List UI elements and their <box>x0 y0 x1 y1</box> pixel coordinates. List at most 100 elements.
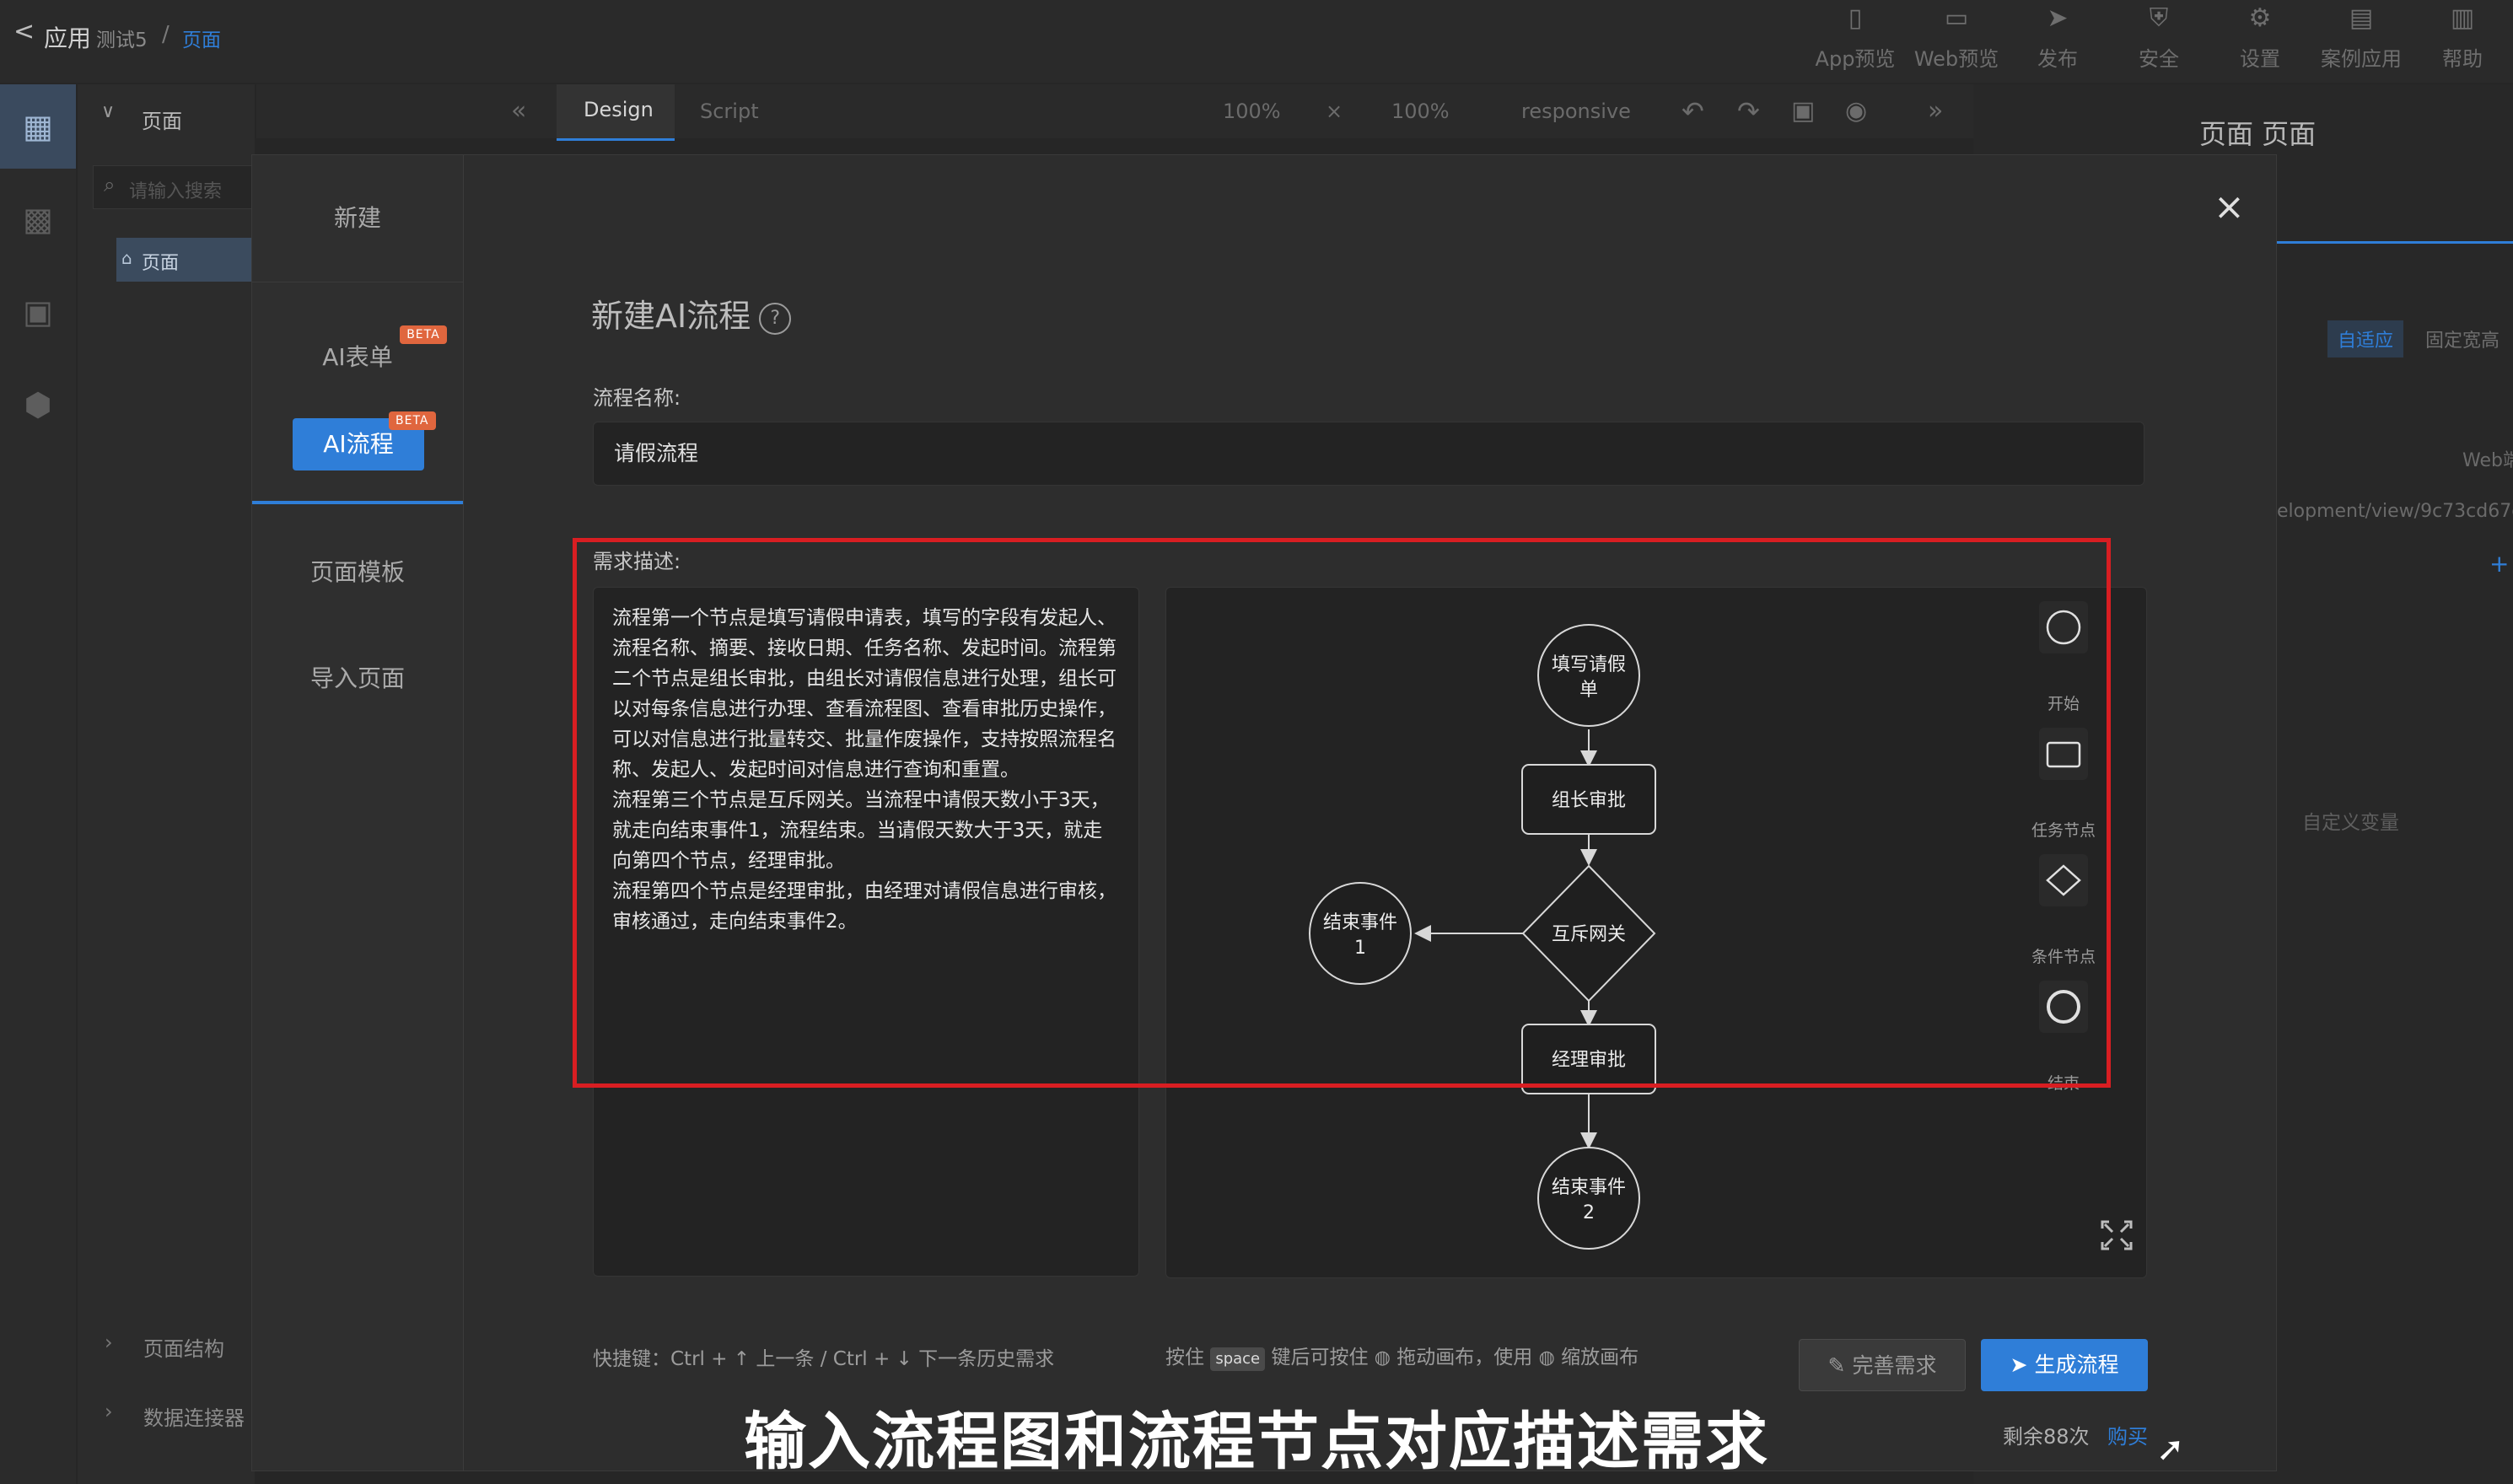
eye-icon[interactable]: ◉ <box>1845 93 1867 130</box>
nav-new-label: 新建 <box>333 204 381 232</box>
end-event-2-label-2: 2 <box>1583 1202 1595 1223</box>
nav-ai-flow[interactable]: AI流程 BETA <box>252 408 463 504</box>
task-node-manager-label: 经理审批 <box>1552 1050 1626 1071</box>
web-preview-button[interactable]: ▭ Web预览 <box>1906 0 2007 76</box>
sidebar-panel: ∨ 页面 ⌕ 请输入搜索 ⌂ 页面 › 页面结构 › 数据连接器 <box>78 84 263 1484</box>
tab-design[interactable]: Design <box>557 84 675 141</box>
video-subtitle: 输入流程图和流程节点对应描述需求 <box>744 1406 1769 1478</box>
dialog-title: 新建AI流程? <box>591 290 792 336</box>
search-placeholder: 请输入搜索 <box>129 181 223 202</box>
app-preview-button[interactable]: ▯ App预览 <box>1805 0 1906 76</box>
phone-icon: ▯ <box>1848 3 1863 33</box>
toggle-adaptive[interactable]: 自适应 <box>2327 320 2404 358</box>
components-icon[interactable]: ▩ <box>0 177 76 261</box>
end-event-1-label-2: 1 <box>1354 938 1366 959</box>
left-rail: ▦ ▩ ▣ ⬢ <box>0 84 76 1484</box>
close-icon[interactable]: × <box>2214 186 2245 229</box>
start-node-label-1: 填写请假 <box>1552 654 1626 675</box>
new-ai-flow-dialog: 新建 AI表单 BETA AI流程 BETA 页面模板 导入页面 × 新建AI流程… <box>251 154 2277 1471</box>
zoom-separator: × <box>1326 99 1343 123</box>
canvas-hint: 按住 space 键后可按住 ◍ 拖动画布，使用 ◍ 缩放画布 <box>1165 1341 1639 1371</box>
edit-icon: ✎ <box>1827 1353 1846 1378</box>
publish-button[interactable]: ➤ 发布 <box>2007 0 2108 76</box>
security-button[interactable]: ⛨ 安全 <box>2108 0 2209 76</box>
palette-task-tile[interactable] <box>2039 728 2088 780</box>
sidebar-section-title: 页面 <box>142 110 182 133</box>
task-node-team-lead-label: 组长审批 <box>1552 790 1626 811</box>
tree-item-page[interactable]: ⌂ 页面 <box>116 238 260 282</box>
palette-end-label: 结束 <box>2048 1074 2080 1093</box>
gateway-node-label: 互斥网关 <box>1552 924 1626 945</box>
end-event-1[interactable] <box>1309 882 1412 985</box>
name-label: 流程名称: <box>593 386 681 410</box>
layout-icon[interactable]: ▦ <box>0 84 76 169</box>
home-icon: ⌂ <box>121 248 132 268</box>
end-event-2-label-1: 结束事件 <box>1552 1177 1626 1198</box>
chevron-down-icon[interactable]: ∨ <box>101 101 115 122</box>
right-panel-title: 页面 页面 <box>2199 118 2317 150</box>
custom-variable-button[interactable]: 自定义变量 <box>2302 806 2399 835</box>
generate-label: 生成流程 <box>2034 1352 2119 1377</box>
zoom-height-value[interactable]: 100% <box>1391 93 1450 130</box>
space-key-badge: space <box>1210 1347 1266 1371</box>
canvas-hint-mid: 键后可按住 <box>1271 1347 1369 1368</box>
palette-start-label: 开始 <box>2048 695 2080 713</box>
add-icon[interactable]: + <box>2489 550 2509 578</box>
redo-icon[interactable]: ↷ <box>1737 93 1760 130</box>
top-bar: < 应用 测试5 / 页面 ▯ App预览 ▭ Web预览 ➤ 发布 ⛨ 安全 ⚙ 设置 … <box>0 0 2513 83</box>
help-icon[interactable]: ? <box>759 302 792 335</box>
search-icon: ⌕ <box>104 173 116 196</box>
case-apps-button[interactable]: ▤ 案例应用 <box>2311 0 2412 76</box>
app-label[interactable]: 应用 <box>44 20 91 54</box>
nav-new[interactable]: 新建 <box>252 155 463 282</box>
refine-requirement-button[interactable]: ✎ 完善需求 <box>1799 1339 1966 1391</box>
dialog-nav: 新建 AI表单 BETA AI流程 BETA 页面模板 导入页面 <box>252 155 464 1471</box>
project-name[interactable]: 测试5 <box>96 24 148 52</box>
start-node[interactable] <box>1537 624 1640 727</box>
page-structure-item[interactable]: 页面结构 <box>143 1332 224 1362</box>
monitor-icon: ▭ <box>1944 3 1969 33</box>
requirement-textarea[interactable]: 流程第一个节点是填写请假申请表，填写的字段有发起人、流程名称、摘要、接收日期、任… <box>593 587 1139 1277</box>
breadcrumb-page[interactable]: 页面 <box>182 24 221 52</box>
search-input[interactable]: ⌕ 请输入搜索 <box>93 165 263 209</box>
nav-import-page[interactable]: 导入页面 <box>252 616 463 742</box>
cube-icon[interactable]: ⬢ <box>0 363 76 447</box>
tab-script[interactable]: Script <box>700 93 759 130</box>
palette-end-tile[interactable] <box>2039 981 2088 1033</box>
expand-right-icon[interactable]: » <box>1928 93 1943 130</box>
collapse-left-icon[interactable]: « <box>511 93 526 130</box>
generate-flow-button[interactable]: ➤ 生成流程 <box>1981 1339 2148 1391</box>
undo-icon[interactable]: ↶ <box>1682 93 1704 130</box>
fullscreen-icon[interactable] <box>2101 1220 2133 1250</box>
dialog-title-text: 新建AI流程 <box>591 298 751 335</box>
settings-button[interactable]: ⚙ 设置 <box>2209 0 2311 76</box>
document-icon: ▤ <box>2349 3 2374 33</box>
canvas-hint-post: 缩放画布 <box>1561 1347 1639 1368</box>
send-icon: ➤ <box>2047 3 2069 33</box>
end-event-2[interactable] <box>1537 1147 1640 1250</box>
data-icon[interactable]: ▣ <box>0 270 76 354</box>
palette-condition-label: 条件节点 <box>2031 948 2096 966</box>
help-button[interactable]: ▥ 帮助 <box>2412 0 2513 76</box>
flow-name-input[interactable]: 请假流程 <box>593 422 2144 486</box>
palette-start-tile[interactable] <box>2039 601 2088 653</box>
panel-divider <box>2277 241 2513 244</box>
mouse-icon: ◍ <box>1374 1347 1391 1368</box>
gear-icon: ⚙ <box>2248 3 2272 33</box>
save-icon[interactable]: ▣ <box>1791 93 1815 130</box>
chevron-right-icon[interactable]: › <box>105 1331 113 1354</box>
start-node-label-2: 单 <box>1579 680 1598 701</box>
zoom-width-value[interactable]: 100% <box>1223 93 1281 130</box>
nav-ai-flow-label: AI流程 <box>323 430 394 458</box>
flow-canvas[interactable]: 填写请假 单 组长审批 互斥网关 结束事件 1 经理审批 结束事件 2 开始 任… <box>1165 587 2147 1278</box>
responsive-select[interactable]: responsive <box>1521 93 1631 130</box>
end-event-1-label-1: 结束事件 <box>1323 912 1397 933</box>
tab-design-label: Design <box>584 98 654 121</box>
canvas-hint-mid2: 拖动画布，使用 <box>1396 1347 1533 1368</box>
url-text: elopment/view/9c73cd67c <box>2277 501 2513 522</box>
nav-ai-form[interactable]: AI表单 BETA <box>252 315 463 408</box>
toggle-fixed[interactable]: 固定宽高 <box>2425 325 2500 352</box>
refine-label: 完善需求 <box>1852 1353 1937 1378</box>
nav-ai-form-label: AI表单 BETA <box>322 315 447 400</box>
back-icon[interactable]: < <box>13 17 35 46</box>
